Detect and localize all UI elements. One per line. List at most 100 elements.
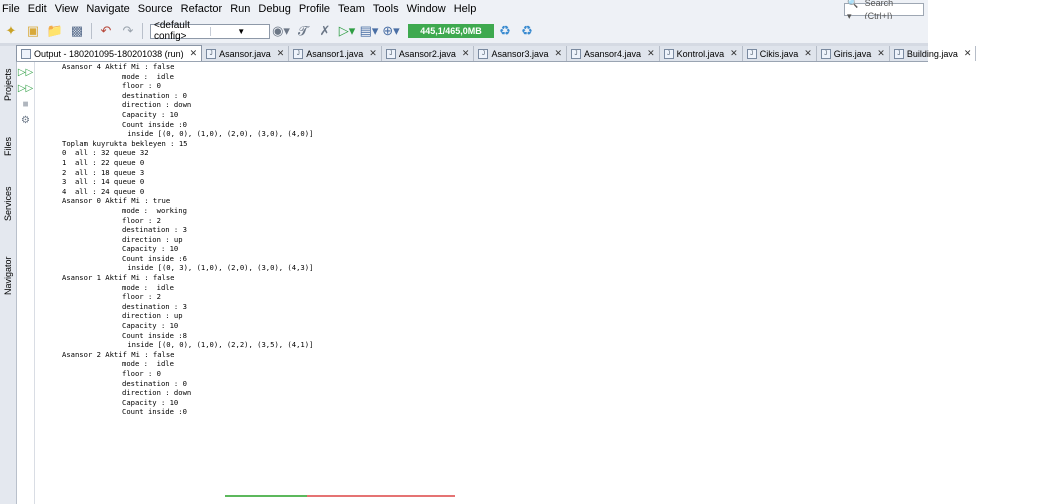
gc-icon[interactable]: ♻	[496, 22, 514, 40]
output-gutter: ▷▷ ▷▷ ■ ⚙	[17, 62, 35, 504]
sidebar-tab-label: Navigator	[3, 256, 13, 296]
java-file-icon: J	[746, 48, 757, 59]
close-icon[interactable]: ✕	[554, 48, 562, 59]
output-window-icon	[21, 48, 31, 59]
output-line: Count inside :0	[122, 407, 187, 417]
close-icon[interactable]: ✕	[190, 48, 198, 59]
chevron-down-icon[interactable]: ▼	[209, 26, 270, 36]
settings-icon[interactable]: ⚙	[19, 114, 32, 127]
memory-indicator[interactable]: 445,1/465,0MB	[408, 24, 494, 38]
java-file-icon: J	[206, 48, 217, 59]
tab-editor-file[interactable]: J Kontrol.java ✕	[660, 46, 743, 61]
menu-team[interactable]: Team	[334, 0, 369, 19]
main-toolbar: ✦ ▣ 📁 ▩ ↶ ↷ <default config> ▼ ◉▾ 𝓣 ✗ ▷▾…	[0, 19, 928, 43]
output-line: direction : down	[122, 100, 192, 110]
menu-tools[interactable]: Tools	[369, 0, 403, 19]
output-line: mode : idle	[122, 71, 174, 81]
tab-editor-file[interactable]: J Giris.java ✕	[817, 46, 890, 61]
output-line: 2 all : 18 queue 3	[62, 167, 145, 177]
profile-icon[interactable]: ⊕▾	[382, 22, 400, 40]
globe-icon[interactable]: ◉▾	[272, 22, 290, 40]
sidebar-tab-files[interactable]: Files	[0, 126, 16, 166]
output-line: inside [(0, 0), (1,0), (2,0), (3,0), (4,…	[123, 129, 314, 139]
output-line: direction : up	[122, 311, 183, 321]
output-line: mode : idle	[122, 359, 174, 369]
profiler-snapshot-icon[interactable]: ♻	[518, 22, 536, 40]
output-line: Capacity : 10	[122, 397, 179, 407]
menu-refactor[interactable]: Refactor	[177, 0, 227, 19]
redo-icon[interactable]: ↷	[119, 22, 137, 40]
menu-source[interactable]: Source	[134, 0, 177, 19]
tab-editor-file[interactable]: J Asansor2.java ✕	[382, 46, 475, 61]
close-icon[interactable]: ✕	[730, 48, 738, 59]
tab-editor-file[interactable]: J Asansor4.java ✕	[567, 46, 660, 61]
close-icon[interactable]: ✕	[647, 48, 655, 59]
menu-bar: File Edit View Navigate Source Refactor …	[0, 0, 928, 21]
search-box[interactable]: 🔍▾ Search (Ctrl+I)	[844, 0, 924, 21]
menu-help[interactable]: Help	[450, 0, 481, 19]
clean-build-icon[interactable]: ✗	[316, 22, 334, 40]
output-line: Asansor 0 Aktif Mi : true	[62, 196, 171, 206]
close-icon[interactable]: ✕	[964, 48, 972, 59]
menu-profile[interactable]: Profile	[295, 0, 334, 19]
tab-editor-file[interactable]: J Asansor1.java ✕	[289, 46, 382, 61]
java-file-icon: J	[893, 48, 904, 59]
rerun-with-params-icon[interactable]: ▷▷	[18, 82, 33, 95]
output-console[interactable]: Asansor 4 Aktif Mi : false mode : idle flo…	[35, 62, 928, 504]
output-line: inside [(0, 0), (1,0), (2,2), (3,5), (4,…	[123, 340, 314, 350]
menu-navigate[interactable]: Navigate	[82, 0, 133, 19]
menu-edit[interactable]: Edit	[24, 0, 51, 19]
tab-editor-file[interactable]: J Building.java ✕	[890, 46, 977, 61]
tab-editor-file[interactable]: J Asansor.java ✕	[202, 46, 290, 61]
close-icon[interactable]: ✕	[369, 48, 377, 59]
close-icon[interactable]: ✕	[804, 48, 812, 59]
debug-icon[interactable]: ▤▾	[360, 22, 379, 40]
output-line: 1 all : 22 queue 0	[62, 157, 145, 167]
tab-output[interactable]: Output - 180201095-180201038 (run) ✕	[16, 45, 203, 61]
output-line: Asansor 1 Aktif Mi : false	[62, 273, 175, 283]
sidebar-tab-navigator[interactable]: Navigator	[0, 236, 16, 316]
sidebar-tab-label: Files	[3, 136, 13, 156]
tab-editor-file[interactable]: J Cikis.java ✕	[743, 46, 817, 61]
close-icon[interactable]: ✕	[877, 48, 885, 59]
output-line: destination : 0	[122, 90, 187, 100]
tab-label: Cikis.java	[759, 48, 799, 59]
menu-file[interactable]: File	[0, 0, 24, 19]
output-line: Toplam kuyrukta bekleyen : 15	[62, 138, 188, 148]
tab-editor-file[interactable]: J Asansor3.java ✕	[474, 46, 568, 61]
stop-icon[interactable]: ■	[19, 98, 32, 111]
tab-label: Asansor4.java	[584, 48, 642, 59]
run-icon[interactable]: ▷▾	[338, 22, 356, 40]
sidebar-tab-projects[interactable]: Projects	[0, 60, 16, 110]
menu-view[interactable]: View	[51, 0, 83, 19]
menu-run[interactable]: Run	[226, 0, 254, 19]
horizontal-scrollbar[interactable]	[35, 494, 928, 504]
menu-debug[interactable]: Debug	[254, 0, 294, 19]
rerun-icon[interactable]: ▷▷	[18, 66, 33, 79]
new-project-icon[interactable]: ▣	[24, 22, 42, 40]
output-line: 3 all : 14 queue 0	[62, 177, 145, 187]
output-line: destination : 3	[122, 225, 187, 235]
open-project-icon[interactable]: 📁	[46, 22, 64, 40]
config-select[interactable]: <default config> ▼	[150, 20, 270, 42]
output-line: inside [(0, 3), (1,0), (2,0), (3,0), (4,…	[123, 263, 314, 273]
sidebar-tab-label: Projects	[3, 68, 13, 102]
java-file-icon: J	[663, 48, 674, 59]
config-value: <default config>	[154, 20, 190, 42]
toolbar-separator	[142, 23, 143, 39]
save-all-icon[interactable]: ▩	[68, 22, 86, 40]
build-hammer-icon[interactable]: 𝓣	[294, 22, 312, 40]
output-line: floor : 2	[122, 215, 161, 225]
close-icon[interactable]: ✕	[277, 48, 285, 59]
menu-window[interactable]: Window	[403, 0, 450, 19]
output-line: Capacity : 10	[122, 244, 179, 254]
output-line: floor : 2	[122, 292, 161, 302]
scroll-indicator-red	[307, 495, 455, 497]
java-file-icon: J	[478, 48, 489, 59]
sidebar-tab-services[interactable]: Services	[0, 176, 16, 231]
tab-label: Asansor1.java	[306, 48, 364, 59]
undo-icon[interactable]: ↶	[97, 22, 115, 40]
close-icon[interactable]: ✕	[462, 48, 470, 59]
side-panel-tabs: Projects Files Services Navigator	[0, 46, 17, 504]
new-file-icon[interactable]: ✦	[2, 22, 20, 40]
